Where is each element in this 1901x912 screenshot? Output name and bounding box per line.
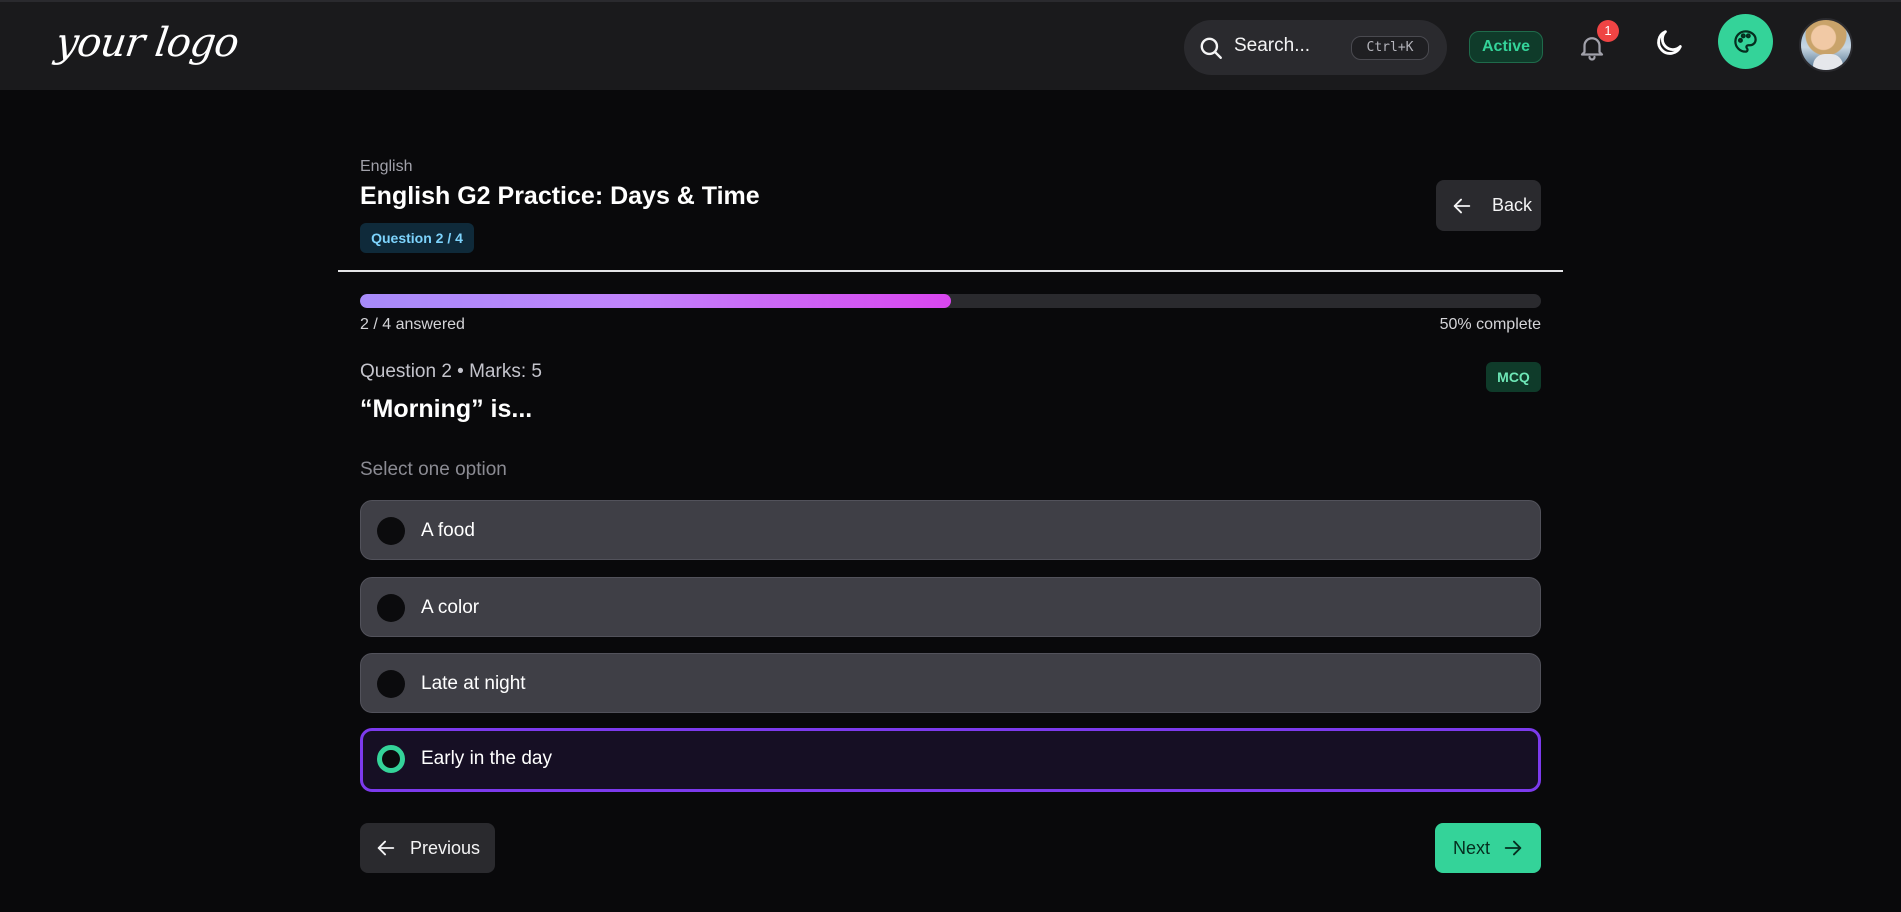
back-button[interactable]: Back [1436, 180, 1541, 231]
subject-label: English [360, 158, 413, 175]
answered-count: 2 / 4 answered [360, 316, 465, 333]
answer-instruction: Select one option [360, 459, 507, 480]
moon-icon[interactable] [1652, 26, 1686, 60]
progress-bar-fill [360, 294, 951, 308]
completion-percent: 50% complete [1439, 316, 1541, 333]
option-early-in-the-day[interactable]: Early in the day [360, 728, 1541, 792]
radio-button[interactable] [377, 670, 405, 698]
next-button-label: Next [1453, 838, 1491, 858]
search-placeholder: Search... [1234, 35, 1311, 56]
previous-button-label: Previous [410, 838, 481, 858]
radio-button[interactable] [377, 517, 405, 545]
search-shortcut: Ctrl+K [1351, 36, 1429, 60]
option-label: A color [421, 597, 480, 618]
notification-count-badge: 1 [1597, 20, 1619, 42]
previous-button[interactable]: Previous [360, 823, 495, 873]
search-icon [1200, 37, 1222, 59]
avatar-figure [1813, 54, 1843, 70]
next-button[interactable]: Next [1435, 823, 1541, 873]
logo[interactable]: your logo [53, 20, 241, 66]
option-a-color[interactable]: A color [360, 577, 1541, 637]
question-type-badge: MCQ [1486, 362, 1541, 392]
option-a-food[interactable]: A food [360, 500, 1541, 560]
status-badge: Active [1469, 31, 1543, 63]
question-meta: Question 2 • Marks: 5 [360, 361, 542, 382]
question-counter-badge: Question 2 / 4 [360, 223, 474, 253]
option-label: Early in the day [421, 748, 552, 769]
arrow-left-icon [377, 840, 395, 856]
progress-bar [360, 294, 1541, 308]
avatar[interactable] [1799, 18, 1853, 72]
header-divider [338, 270, 1563, 272]
search-box[interactable]: Search... Ctrl+K [1184, 20, 1447, 75]
question-text: “Morning” is... [360, 395, 533, 423]
option-label: Late at night [421, 673, 526, 694]
page-title: English G2 Practice: Days & Time [360, 182, 760, 210]
option-late-at-night[interactable]: Late at night [360, 653, 1541, 713]
arrow-right-icon [1504, 840, 1522, 856]
back-button-label: Back [1492, 195, 1533, 215]
theme-palette-button[interactable] [1718, 14, 1773, 69]
radio-button[interactable] [377, 594, 405, 622]
palette-icon [1734, 30, 1757, 53]
top-bar: your logo Search... Ctrl+K Active 1 [0, 0, 1901, 90]
arrow-left-icon [1453, 198, 1471, 214]
radio-button-selected[interactable] [377, 745, 405, 773]
option-label: A food [421, 520, 475, 541]
